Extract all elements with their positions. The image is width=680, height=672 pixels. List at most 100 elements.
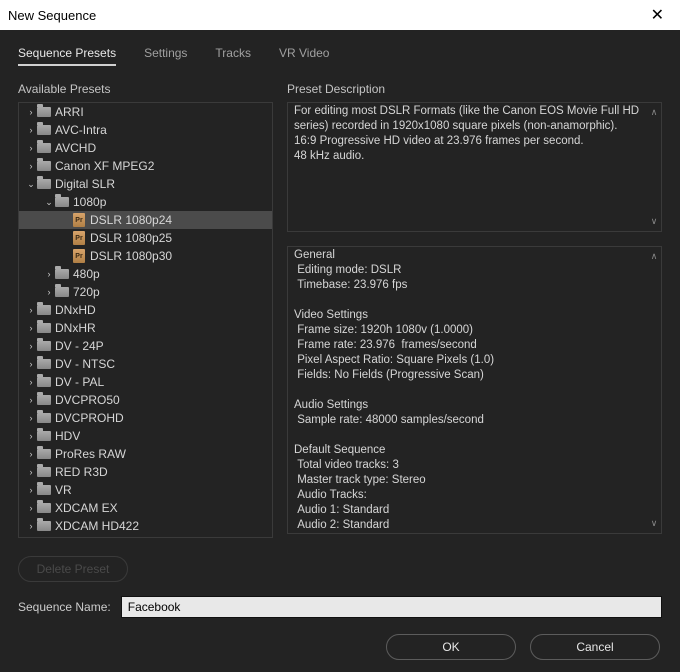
tree-folder[interactable]: › DVCPROHD <box>19 409 272 427</box>
description-box: For editing most DSLR Formats (like the … <box>287 102 662 232</box>
tree-item-label: AVCHD <box>55 141 96 155</box>
scroll-up-icon[interactable]: ∧ <box>649 251 659 262</box>
sequence-name-input[interactable] <box>121 596 662 618</box>
chevron-right-icon[interactable]: › <box>25 395 37 405</box>
preset-icon <box>73 231 85 245</box>
chevron-right-icon[interactable]: › <box>25 359 37 369</box>
cancel-button[interactable]: Cancel <box>530 634 660 660</box>
tab-sequence-presets[interactable]: Sequence Presets <box>18 46 116 66</box>
tree-folder[interactable]: › DNxHD <box>19 301 272 319</box>
tree-folder[interactable]: ›HDV <box>19 427 272 445</box>
tab-vr-video[interactable]: VR Video <box>279 46 329 66</box>
scroll-up-icon[interactable]: ∧ <box>649 107 659 118</box>
tree-preset[interactable]: DSLR 1080p25 <box>19 229 272 247</box>
folder-icon <box>37 413 51 423</box>
content-area: Available Presets ›ARRI›AVC-Intra›AVCHD›… <box>0 74 680 582</box>
chevron-right-icon[interactable]: › <box>25 485 37 495</box>
chevron-right-icon[interactable]: › <box>25 413 37 423</box>
button-row: OK Cancel <box>0 618 680 672</box>
folder-icon <box>37 125 51 135</box>
chevron-right-icon[interactable]: › <box>25 467 37 477</box>
tree-folder[interactable]: ⌄Digital SLR <box>19 175 272 193</box>
chevron-right-icon[interactable]: › <box>25 125 37 135</box>
chevron-right-icon[interactable]: › <box>25 107 37 117</box>
chevron-right-icon[interactable]: › <box>25 449 37 459</box>
tree-item-label: ARRI <box>55 105 84 119</box>
chevron-right-icon[interactable]: › <box>25 161 37 171</box>
folder-icon <box>55 197 69 207</box>
tree-folder[interactable]: ›DNxHR <box>19 319 272 337</box>
tree-item-label: DVCPROHD <box>55 411 124 425</box>
tree-folder[interactable]: › 480p <box>19 265 272 283</box>
tree-item-label: 480p <box>73 267 100 281</box>
folder-icon <box>37 143 51 153</box>
right-column: Preset Description For editing most DSLR… <box>287 82 662 582</box>
chevron-right-icon[interactable]: › <box>25 323 37 333</box>
chevron-down-icon[interactable]: ⌄ <box>43 197 55 208</box>
preset-tree[interactable]: › ARRI › AVC-Intra › AVCHD ›Canon XF MPEG2⌄Dig… <box>18 102 273 538</box>
chevron-down-icon[interactable]: ⌄ <box>25 179 37 190</box>
tree-folder[interactable]: ›DV - NTSC <box>19 355 272 373</box>
tree-folder[interactable]: › DV - PAL <box>19 373 272 391</box>
sequence-name-label: Sequence Name: <box>18 600 111 614</box>
scroll-down-icon[interactable]: ∨ <box>649 216 659 227</box>
tree-folder[interactable]: › AVCHD <box>19 139 272 157</box>
tab-bar: Sequence Presets Settings Tracks VR Vide… <box>0 30 680 74</box>
delete-preset-button: Delete Preset <box>18 556 128 582</box>
tree-folder[interactable]: › XDCAM EX <box>19 499 272 517</box>
folder-icon <box>37 377 51 387</box>
tree-folder[interactable]: ›720p <box>19 283 272 301</box>
tree-item-label: XDCAM HD422 <box>55 519 139 533</box>
tree-folder[interactable]: ›DVCPRO50 <box>19 391 272 409</box>
tree-folder[interactable]: ⌄1080p <box>19 193 272 211</box>
folder-icon <box>37 431 51 441</box>
folder-icon <box>37 359 51 369</box>
preset-icon <box>73 249 85 263</box>
chevron-right-icon[interactable]: › <box>25 341 37 351</box>
folder-icon <box>37 503 51 513</box>
tree-folder[interactable]: › VR <box>19 481 272 499</box>
tree-folder[interactable]: › RED R3D <box>19 463 272 481</box>
chevron-right-icon[interactable]: › <box>25 143 37 153</box>
tree-folder[interactable]: › AVC-Intra <box>19 121 272 139</box>
left-column: Available Presets ›ARRI›AVC-Intra›AVCHD›… <box>18 82 273 582</box>
tree-item-label: AVC-Intra <box>55 123 107 137</box>
close-icon[interactable]: ✕ <box>645 5 670 25</box>
tree-folder[interactable]: ›ProRes RAW <box>19 445 272 463</box>
folder-icon <box>37 107 51 117</box>
tree-folder[interactable]: › XDCAM HD422 <box>19 517 272 535</box>
tree-folder[interactable]: › DV - 24P <box>19 337 272 355</box>
tree-item-label: DV - 24P <box>55 339 104 353</box>
folder-icon <box>37 341 51 351</box>
tree-preset[interactable]: DSLR 1080p30 <box>19 247 272 265</box>
tree-preset[interactable]: DSLR 1080p24 <box>19 211 272 229</box>
chevron-right-icon[interactable]: › <box>25 521 37 531</box>
tree-item-label: RED R3D <box>55 465 108 479</box>
preset-icon <box>73 213 85 227</box>
ok-button[interactable]: OK <box>386 634 516 660</box>
folder-icon <box>37 161 51 171</box>
tab-tracks[interactable]: Tracks <box>215 46 251 66</box>
chevron-right-icon[interactable]: › <box>25 305 37 315</box>
available-presets-label: Available Presets <box>18 82 273 96</box>
tab-settings[interactable]: Settings <box>144 46 187 66</box>
tree-item-label: DV - PAL <box>55 375 104 389</box>
tree-item-label: DNxHD <box>55 303 96 317</box>
details-box: General Editing mode: DSLR Timebase: 23.… <box>287 246 662 534</box>
chevron-right-icon[interactable]: › <box>25 377 37 387</box>
tree-folder[interactable]: › ARRI <box>19 103 272 121</box>
tree-folder[interactable]: ›Canon XF MPEG2 <box>19 157 272 175</box>
tree-item-label: XDCAM EX <box>55 501 118 515</box>
chevron-right-icon[interactable]: › <box>43 269 55 279</box>
folder-icon <box>37 485 51 495</box>
folder-icon <box>37 521 51 531</box>
tree-item-label: VR <box>55 483 72 497</box>
tree-item-label: DSLR 1080p30 <box>90 249 172 263</box>
window-title: New Sequence <box>8 8 96 23</box>
chevron-right-icon[interactable]: › <box>25 431 37 441</box>
description-text: For editing most DSLR Formats (like the … <box>294 104 645 230</box>
scroll-down-icon[interactable]: ∨ <box>649 518 659 529</box>
chevron-right-icon[interactable]: › <box>25 503 37 513</box>
chevron-right-icon[interactable]: › <box>43 287 55 297</box>
titlebar: New Sequence ✕ <box>0 0 680 30</box>
